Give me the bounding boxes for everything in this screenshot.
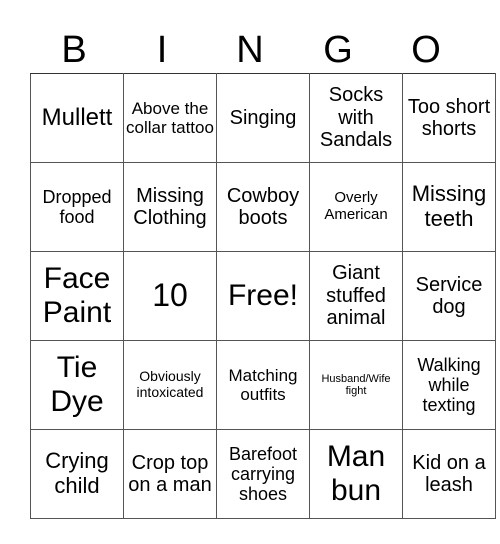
grid-row: Mullett Above the collar tattoo Singing … xyxy=(30,73,496,163)
bingo-cell[interactable]: Matching outfits xyxy=(216,340,310,430)
bingo-cell[interactable]: Missing Clothing xyxy=(123,162,217,252)
bingo-cell[interactable]: Man bun xyxy=(309,429,403,519)
grid-row: Tie Dye Obviously intoxicated Matching o… xyxy=(30,340,496,430)
grid-row: Dropped food Missing Clothing Cowboy boo… xyxy=(30,162,496,252)
bingo-cell[interactable]: Face Paint xyxy=(30,251,124,341)
bingo-cell[interactable]: 10 xyxy=(123,251,217,341)
bingo-cell[interactable]: Barefoot carrying shoes xyxy=(216,429,310,519)
bingo-cell[interactable]: Too short shorts xyxy=(402,73,496,163)
grid-row: Face Paint 10 Free! Giant stuffed animal… xyxy=(30,251,496,341)
header-letter-g: G xyxy=(323,29,353,71)
bingo-cell[interactable]: Crop top on a man xyxy=(123,429,217,519)
bingo-cell[interactable]: Walking while texting xyxy=(402,340,496,430)
bingo-header: B I N G O xyxy=(30,28,470,72)
header-letter-i: I xyxy=(156,29,168,71)
bingo-grid: Mullett Above the collar tattoo Singing … xyxy=(30,73,496,519)
bingo-cell[interactable]: Socks with Sandals xyxy=(309,73,403,163)
bingo-cell[interactable]: Dropped food xyxy=(30,162,124,252)
header-letter-n: N xyxy=(236,29,264,71)
bingo-cell[interactable]: Cowboy boots xyxy=(216,162,310,252)
free-space-cell[interactable]: Free! xyxy=(216,251,310,341)
bingo-cell[interactable]: Giant stuffed animal xyxy=(309,251,403,341)
bingo-cell[interactable]: Tie Dye xyxy=(30,340,124,430)
grid-row: Crying child Crop top on a man Barefoot … xyxy=(30,429,496,519)
bingo-cell[interactable]: Husband/Wife fight xyxy=(309,340,403,430)
bingo-cell[interactable]: Overly American xyxy=(309,162,403,252)
bingo-cell[interactable]: Singing xyxy=(216,73,310,163)
bingo-cell[interactable]: Obviously intoxicated xyxy=(123,340,217,430)
header-letter-b: B xyxy=(61,29,87,71)
bingo-cell[interactable]: Missing teeth xyxy=(402,162,496,252)
bingo-cell[interactable]: Above the collar tattoo xyxy=(123,73,217,163)
header-letter-o: O xyxy=(411,29,441,71)
bingo-cell[interactable]: Kid on a leash xyxy=(402,429,496,519)
bingo-cell[interactable]: Crying child xyxy=(30,429,124,519)
bingo-cell[interactable]: Service dog xyxy=(402,251,496,341)
bingo-cell[interactable]: Mullett xyxy=(30,73,124,163)
